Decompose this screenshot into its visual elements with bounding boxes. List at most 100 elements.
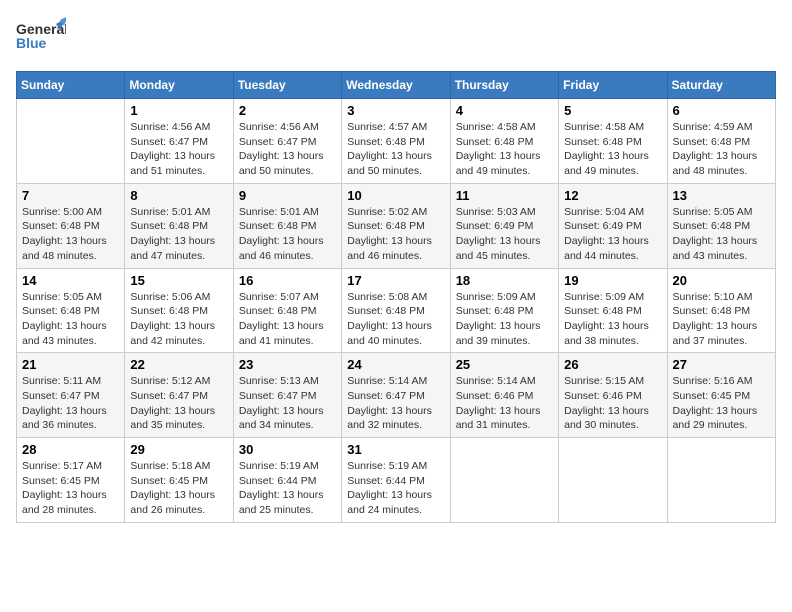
- logo-icon: General Blue: [16, 16, 66, 61]
- calendar-cell: 21 Sunrise: 5:11 AMSunset: 6:47 PMDaylig…: [17, 353, 125, 438]
- day-info: Sunrise: 5:02 AMSunset: 6:48 PMDaylight:…: [347, 205, 444, 264]
- day-info: Sunrise: 5:05 AMSunset: 6:48 PMDaylight:…: [673, 205, 770, 264]
- day-info: Sunrise: 5:19 AMSunset: 6:44 PMDaylight:…: [347, 459, 444, 518]
- calendar-cell: 13 Sunrise: 5:05 AMSunset: 6:48 PMDaylig…: [667, 183, 775, 268]
- weekday-header-tuesday: Tuesday: [233, 72, 341, 99]
- day-number: 25: [456, 357, 553, 372]
- day-info: Sunrise: 5:15 AMSunset: 6:46 PMDaylight:…: [564, 374, 661, 433]
- weekday-header-monday: Monday: [125, 72, 233, 99]
- day-number: 7: [22, 188, 119, 203]
- day-number: 11: [456, 188, 553, 203]
- day-number: 19: [564, 273, 661, 288]
- day-info: Sunrise: 5:00 AMSunset: 6:48 PMDaylight:…: [22, 205, 119, 264]
- day-info: Sunrise: 5:03 AMSunset: 6:49 PMDaylight:…: [456, 205, 553, 264]
- day-number: 22: [130, 357, 227, 372]
- day-info: Sunrise: 5:14 AMSunset: 6:46 PMDaylight:…: [456, 374, 553, 433]
- calendar-cell: 6 Sunrise: 4:59 AMSunset: 6:48 PMDayligh…: [667, 99, 775, 184]
- calendar-cell: 14 Sunrise: 5:05 AMSunset: 6:48 PMDaylig…: [17, 268, 125, 353]
- day-number: 2: [239, 103, 336, 118]
- calendar-cell: [17, 99, 125, 184]
- day-number: 28: [22, 442, 119, 457]
- day-number: 16: [239, 273, 336, 288]
- day-number: 13: [673, 188, 770, 203]
- day-number: 18: [456, 273, 553, 288]
- day-number: 4: [456, 103, 553, 118]
- day-number: 12: [564, 188, 661, 203]
- day-number: 31: [347, 442, 444, 457]
- day-info: Sunrise: 5:12 AMSunset: 6:47 PMDaylight:…: [130, 374, 227, 433]
- day-number: 23: [239, 357, 336, 372]
- weekday-header-thursday: Thursday: [450, 72, 558, 99]
- day-number: 8: [130, 188, 227, 203]
- day-number: 5: [564, 103, 661, 118]
- calendar-cell: [667, 438, 775, 523]
- calendar-cell: 25 Sunrise: 5:14 AMSunset: 6:46 PMDaylig…: [450, 353, 558, 438]
- day-info: Sunrise: 5:16 AMSunset: 6:45 PMDaylight:…: [673, 374, 770, 433]
- day-info: Sunrise: 5:06 AMSunset: 6:48 PMDaylight:…: [130, 290, 227, 349]
- week-row-4: 21 Sunrise: 5:11 AMSunset: 6:47 PMDaylig…: [17, 353, 776, 438]
- calendar-cell: 18 Sunrise: 5:09 AMSunset: 6:48 PMDaylig…: [450, 268, 558, 353]
- day-info: Sunrise: 4:56 AMSunset: 6:47 PMDaylight:…: [130, 120, 227, 179]
- week-row-1: 1 Sunrise: 4:56 AMSunset: 6:47 PMDayligh…: [17, 99, 776, 184]
- day-number: 6: [673, 103, 770, 118]
- calendar-cell: 1 Sunrise: 4:56 AMSunset: 6:47 PMDayligh…: [125, 99, 233, 184]
- calendar-cell: 8 Sunrise: 5:01 AMSunset: 6:48 PMDayligh…: [125, 183, 233, 268]
- week-row-2: 7 Sunrise: 5:00 AMSunset: 6:48 PMDayligh…: [17, 183, 776, 268]
- calendar-cell: 17 Sunrise: 5:08 AMSunset: 6:48 PMDaylig…: [342, 268, 450, 353]
- day-number: 20: [673, 273, 770, 288]
- calendar-cell: 20 Sunrise: 5:10 AMSunset: 6:48 PMDaylig…: [667, 268, 775, 353]
- calendar-cell: [559, 438, 667, 523]
- day-number: 1: [130, 103, 227, 118]
- day-number: 27: [673, 357, 770, 372]
- day-info: Sunrise: 4:56 AMSunset: 6:47 PMDaylight:…: [239, 120, 336, 179]
- day-info: Sunrise: 5:07 AMSunset: 6:48 PMDaylight:…: [239, 290, 336, 349]
- calendar-cell: 15 Sunrise: 5:06 AMSunset: 6:48 PMDaylig…: [125, 268, 233, 353]
- day-number: 30: [239, 442, 336, 457]
- weekday-header-wednesday: Wednesday: [342, 72, 450, 99]
- calendar-cell: 16 Sunrise: 5:07 AMSunset: 6:48 PMDaylig…: [233, 268, 341, 353]
- day-info: Sunrise: 5:13 AMSunset: 6:47 PMDaylight:…: [239, 374, 336, 433]
- day-number: 17: [347, 273, 444, 288]
- calendar-cell: [450, 438, 558, 523]
- day-info: Sunrise: 5:09 AMSunset: 6:48 PMDaylight:…: [456, 290, 553, 349]
- day-number: 26: [564, 357, 661, 372]
- header: General Blue: [16, 16, 776, 61]
- day-info: Sunrise: 5:17 AMSunset: 6:45 PMDaylight:…: [22, 459, 119, 518]
- weekday-header-row: SundayMondayTuesdayWednesdayThursdayFrid…: [17, 72, 776, 99]
- day-info: Sunrise: 4:59 AMSunset: 6:48 PMDaylight:…: [673, 120, 770, 179]
- calendar-cell: 27 Sunrise: 5:16 AMSunset: 6:45 PMDaylig…: [667, 353, 775, 438]
- day-info: Sunrise: 5:01 AMSunset: 6:48 PMDaylight:…: [239, 205, 336, 264]
- calendar-cell: 12 Sunrise: 5:04 AMSunset: 6:49 PMDaylig…: [559, 183, 667, 268]
- logo: General Blue: [16, 16, 66, 61]
- weekday-header-friday: Friday: [559, 72, 667, 99]
- day-info: Sunrise: 5:14 AMSunset: 6:47 PMDaylight:…: [347, 374, 444, 433]
- day-number: 24: [347, 357, 444, 372]
- day-number: 29: [130, 442, 227, 457]
- calendar-cell: 23 Sunrise: 5:13 AMSunset: 6:47 PMDaylig…: [233, 353, 341, 438]
- day-info: Sunrise: 5:04 AMSunset: 6:49 PMDaylight:…: [564, 205, 661, 264]
- calendar-cell: 28 Sunrise: 5:17 AMSunset: 6:45 PMDaylig…: [17, 438, 125, 523]
- weekday-header-saturday: Saturday: [667, 72, 775, 99]
- calendar-table: SundayMondayTuesdayWednesdayThursdayFrid…: [16, 71, 776, 523]
- calendar-cell: 29 Sunrise: 5:18 AMSunset: 6:45 PMDaylig…: [125, 438, 233, 523]
- day-info: Sunrise: 4:58 AMSunset: 6:48 PMDaylight:…: [564, 120, 661, 179]
- calendar-cell: 4 Sunrise: 4:58 AMSunset: 6:48 PMDayligh…: [450, 99, 558, 184]
- day-number: 10: [347, 188, 444, 203]
- week-row-5: 28 Sunrise: 5:17 AMSunset: 6:45 PMDaylig…: [17, 438, 776, 523]
- calendar-cell: 11 Sunrise: 5:03 AMSunset: 6:49 PMDaylig…: [450, 183, 558, 268]
- day-info: Sunrise: 5:10 AMSunset: 6:48 PMDaylight:…: [673, 290, 770, 349]
- day-number: 14: [22, 273, 119, 288]
- day-info: Sunrise: 5:08 AMSunset: 6:48 PMDaylight:…: [347, 290, 444, 349]
- day-info: Sunrise: 4:58 AMSunset: 6:48 PMDaylight:…: [456, 120, 553, 179]
- calendar-cell: 2 Sunrise: 4:56 AMSunset: 6:47 PMDayligh…: [233, 99, 341, 184]
- day-info: Sunrise: 5:18 AMSunset: 6:45 PMDaylight:…: [130, 459, 227, 518]
- day-number: 9: [239, 188, 336, 203]
- day-info: Sunrise: 5:19 AMSunset: 6:44 PMDaylight:…: [239, 459, 336, 518]
- calendar-cell: 26 Sunrise: 5:15 AMSunset: 6:46 PMDaylig…: [559, 353, 667, 438]
- day-info: Sunrise: 5:11 AMSunset: 6:47 PMDaylight:…: [22, 374, 119, 433]
- calendar-cell: 3 Sunrise: 4:57 AMSunset: 6:48 PMDayligh…: [342, 99, 450, 184]
- calendar-cell: 10 Sunrise: 5:02 AMSunset: 6:48 PMDaylig…: [342, 183, 450, 268]
- svg-text:Blue: Blue: [16, 35, 47, 51]
- calendar-cell: 5 Sunrise: 4:58 AMSunset: 6:48 PMDayligh…: [559, 99, 667, 184]
- day-info: Sunrise: 5:09 AMSunset: 6:48 PMDaylight:…: [564, 290, 661, 349]
